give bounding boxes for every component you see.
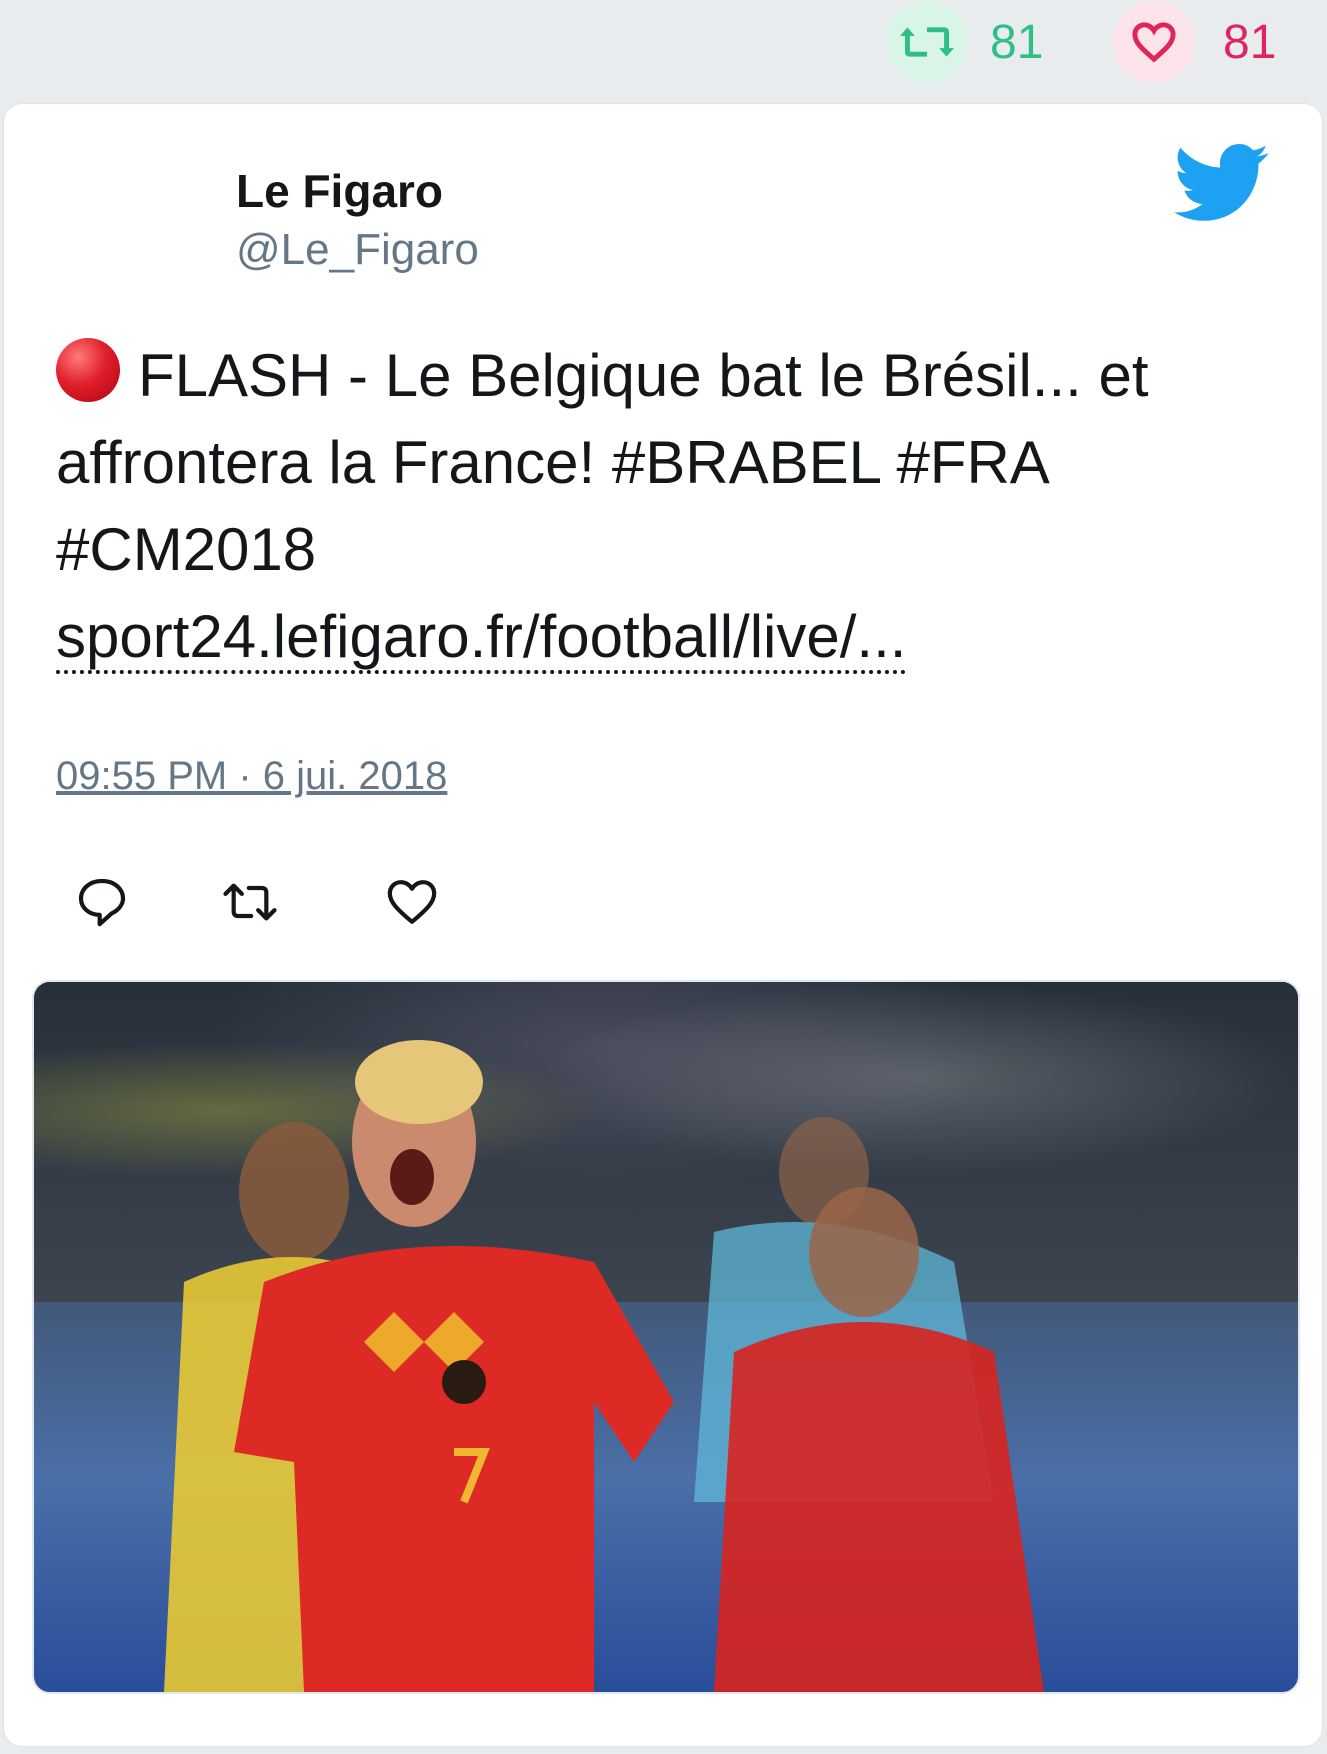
tweet-link[interactable]: sport24.lefigaro.fr/football/live/... — [56, 603, 907, 674]
retweet-icon[interactable] — [222, 874, 278, 930]
like-count: 81 — [1223, 15, 1277, 69]
reply-icon[interactable] — [74, 874, 130, 930]
heart-icon[interactable] — [384, 874, 440, 930]
twitter-bird-icon[interactable] — [1174, 144, 1270, 224]
heart-icon[interactable] — [1113, 1, 1195, 83]
author-name[interactable]: Le Figaro — [236, 164, 443, 218]
tweet-body: FLASH - Le Belgique bat le Brésil... et … — [56, 342, 1149, 583]
like-stat[interactable]: 81 — [1113, 0, 1276, 84]
tweet-card[interactable]: Le Figaro @Le_Figaro FLASH - Le Belgique… — [4, 104, 1322, 1746]
retweet-icon[interactable] — [886, 1, 968, 83]
tweet-text: FLASH - Le Belgique bat le Brésil... et … — [56, 332, 1296, 680]
engagement-bar: 81 81 — [0, 0, 1327, 100]
tweet-timestamp[interactable]: 09:55 PM · 6 jui. 2018 — [56, 754, 447, 799]
red-circle-emoji — [56, 338, 120, 402]
photo-players — [164, 1040, 1044, 1692]
author-handle[interactable]: @Le_Figaro — [236, 225, 479, 275]
retweet-count: 81 — [990, 15, 1044, 69]
tweet-photo[interactable] — [32, 980, 1300, 1694]
retweet-stat[interactable]: 81 — [886, 0, 1043, 84]
